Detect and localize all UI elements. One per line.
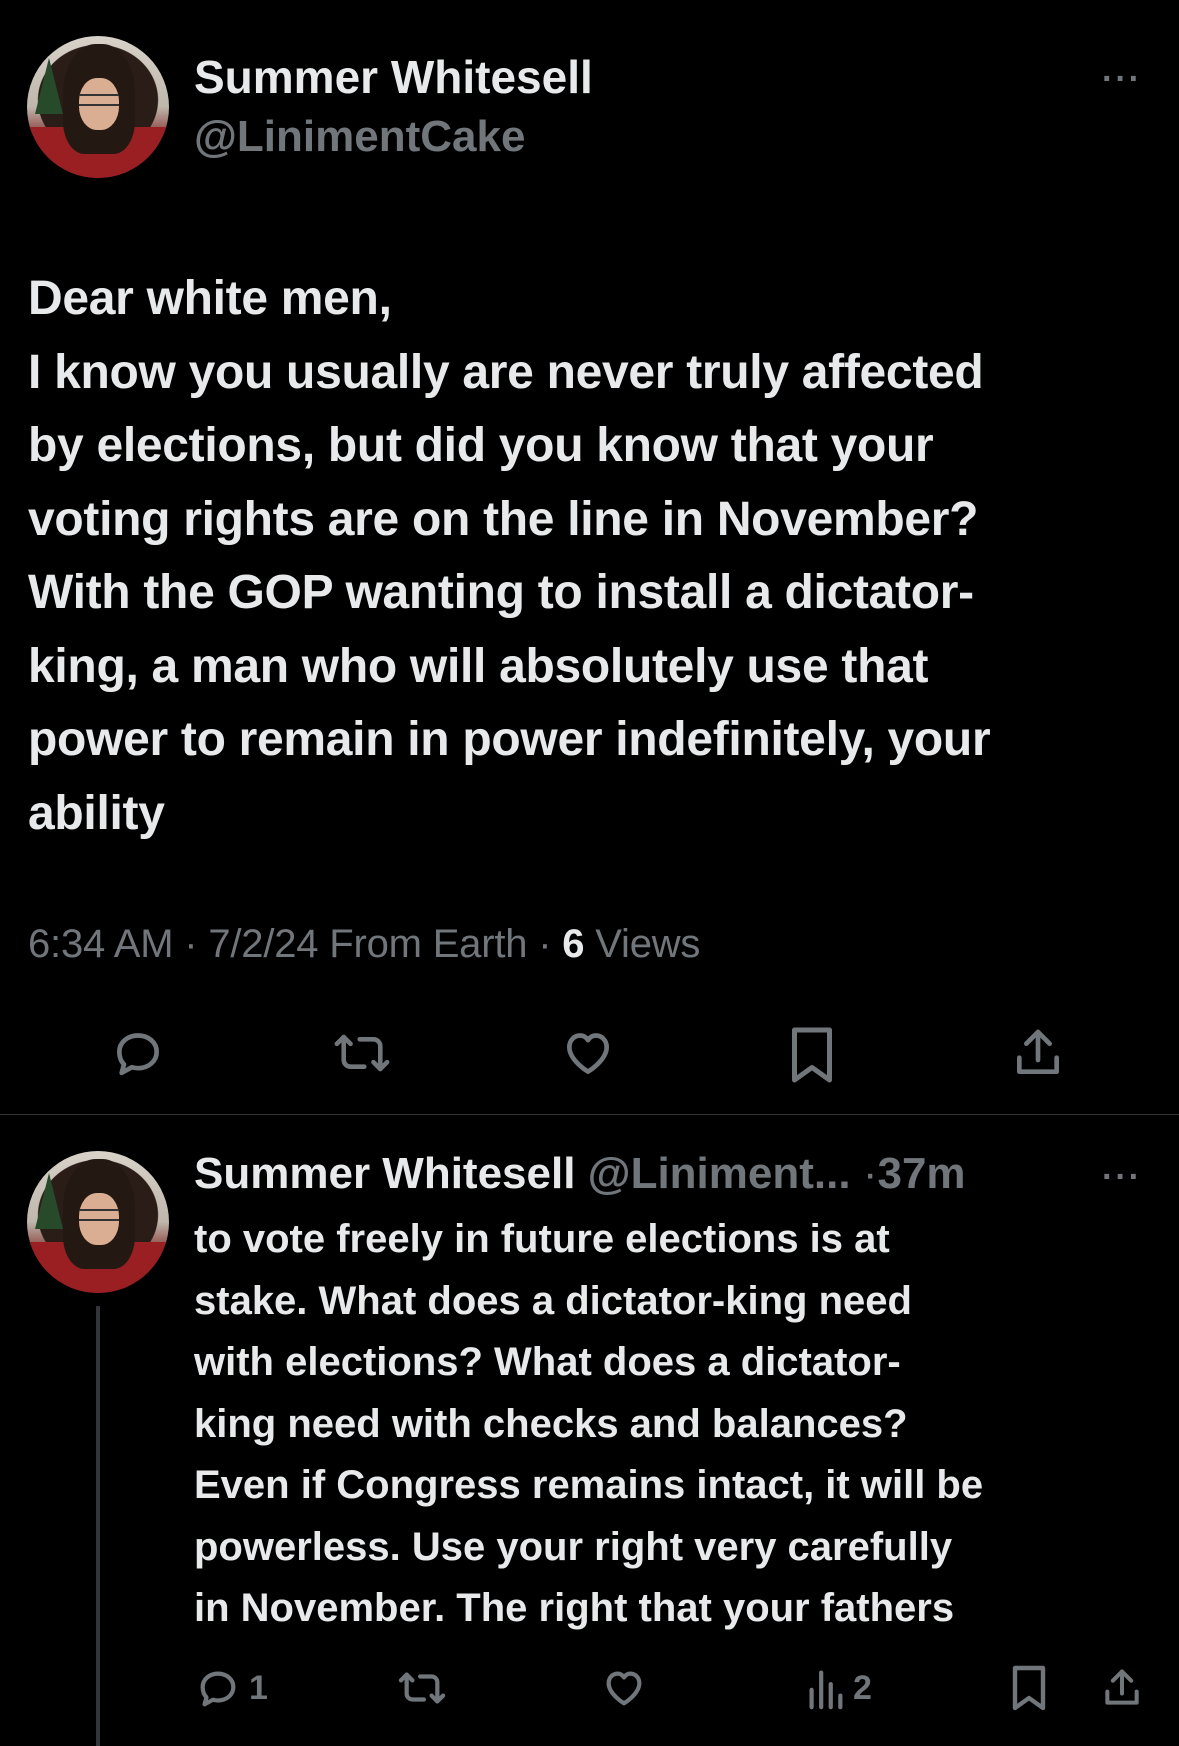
time-ago[interactable]: 37m	[877, 1149, 965, 1198]
bookmark-button[interactable]	[1008, 1664, 1050, 1712]
tweet-meta: 6:34 AM · 7/2/24 From Earth · 6 Views	[28, 922, 700, 967]
tweet-text-line: I know you usually are never truly affec…	[28, 345, 984, 399]
tweet-text-line: by elections, but did you know that your	[28, 419, 934, 472]
tweet-date[interactable]: 7/2/24	[208, 922, 318, 966]
avatar-glasses	[79, 1209, 119, 1221]
share-button[interactable]	[1100, 1664, 1144, 1712]
tweet-source: From Earth	[329, 922, 528, 966]
reply-text-line: to vote freely in future elections is at	[194, 1217, 890, 1261]
tweet-text-line: ability	[28, 786, 165, 840]
share-button[interactable]	[1010, 1024, 1066, 1082]
author-handle[interactable]: @Liniment...	[588, 1149, 851, 1198]
bookmark-icon	[792, 1027, 832, 1083]
share-icon	[1017, 1029, 1059, 1074]
reply-icon	[200, 1671, 236, 1707]
author-handle[interactable]: @LinimentCake	[194, 112, 525, 162]
retweet-button[interactable]	[395, 1665, 457, 1711]
retweet-button[interactable]	[330, 1025, 394, 1081]
share-icon	[1105, 1669, 1139, 1705]
reply-text-line: king need with checks and balances?	[194, 1401, 908, 1446]
tweet-text-line: With the GOP wanting to install a dictat…	[28, 566, 974, 619]
bookmark-button[interactable]	[786, 1025, 838, 1085]
like-button[interactable]	[600, 1665, 656, 1711]
views-count: 2	[853, 1668, 872, 1707]
thread-line	[96, 1306, 100, 1746]
heart-icon	[606, 1671, 642, 1706]
retweet-icon	[398, 1672, 446, 1704]
reply-text-line: with elections? What does a dictator-	[194, 1340, 901, 1384]
views-button[interactable]: 2	[805, 1665, 872, 1711]
views-count: 6	[562, 922, 585, 966]
reply-text: to vote freely in future elections is at…	[194, 1209, 1154, 1640]
tweet-text-line: king, a man who will absolutely use that	[28, 639, 929, 693]
avatar-tree	[35, 58, 63, 114]
author-name[interactable]: Summer Whitesell	[194, 50, 593, 104]
reply-text-line: stake. What does a dictator-king need	[194, 1278, 912, 1323]
retweet-icon	[334, 1034, 390, 1072]
reply-text-line: Even if Congress remains intact, it will…	[194, 1463, 984, 1507]
reply-button[interactable]	[110, 1025, 166, 1081]
avatar-glasses	[79, 94, 119, 106]
more-options-button[interactable]: ···	[1102, 1160, 1142, 1194]
tweet-text-line: voting rights are on the line in Novembe…	[28, 492, 979, 546]
reply-count: 1	[249, 1668, 268, 1707]
reply-button[interactable]: 1	[195, 1665, 268, 1711]
like-button[interactable]	[558, 1025, 618, 1081]
author-name[interactable]: Summer Whitesell	[194, 1149, 575, 1198]
reply-icon	[117, 1033, 160, 1076]
heart-icon	[567, 1033, 609, 1074]
analytics-icon	[809, 1670, 843, 1710]
bookmark-icon	[1012, 1665, 1046, 1711]
avatar[interactable]	[27, 36, 169, 178]
tweet-text: Dear white men, I know you usually are n…	[28, 262, 1158, 850]
header-separator: ·	[862, 1149, 878, 1198]
tweet-text-line: power to remain in power indefinitely, y…	[28, 713, 991, 766]
reply-text-line: in November. The right that your fathers	[194, 1586, 955, 1630]
reply-text-line: powerless. Use your right very carefully	[194, 1524, 953, 1569]
meta-separator: ·	[538, 922, 552, 966]
avatar[interactable]	[27, 1151, 169, 1293]
views-label: Views	[595, 922, 701, 966]
tweet-text-line: Dear white men,	[28, 272, 392, 325]
tweet-time[interactable]: 6:34 AM	[28, 922, 174, 966]
divider	[0, 1114, 1179, 1115]
meta-separator: ·	[184, 922, 198, 966]
reply-header: Summer Whitesell @Liniment... ·37m	[194, 1149, 966, 1199]
more-options-button[interactable]: ···	[1102, 62, 1142, 96]
avatar-tree	[35, 1173, 63, 1229]
